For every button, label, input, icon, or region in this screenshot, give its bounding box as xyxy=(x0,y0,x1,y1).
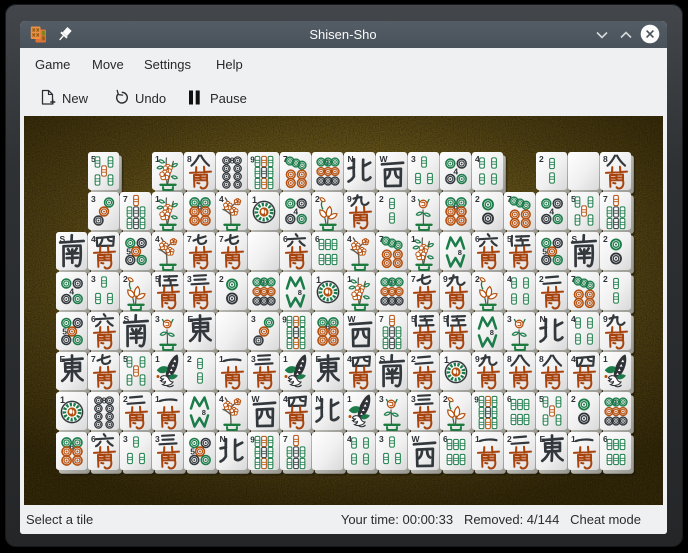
svg-text:Pause: Pause xyxy=(210,91,247,106)
svg-text:Undo: Undo xyxy=(135,91,166,106)
svg-text:New: New xyxy=(62,91,89,106)
svg-text:Game: Game xyxy=(35,57,70,72)
svg-text:Help: Help xyxy=(216,57,243,72)
svg-text:Select a tile: Select a tile xyxy=(26,512,93,527)
svg-text:Move: Move xyxy=(92,57,124,72)
svg-text:Settings: Settings xyxy=(144,57,191,72)
svg-text:Shisen-Sho: Shisen-Sho xyxy=(309,27,376,42)
svg-text:Your time: 00:00:33 Removed:: Your time: 00:00:33 Removed: 4/144 Cheat… xyxy=(341,512,641,527)
